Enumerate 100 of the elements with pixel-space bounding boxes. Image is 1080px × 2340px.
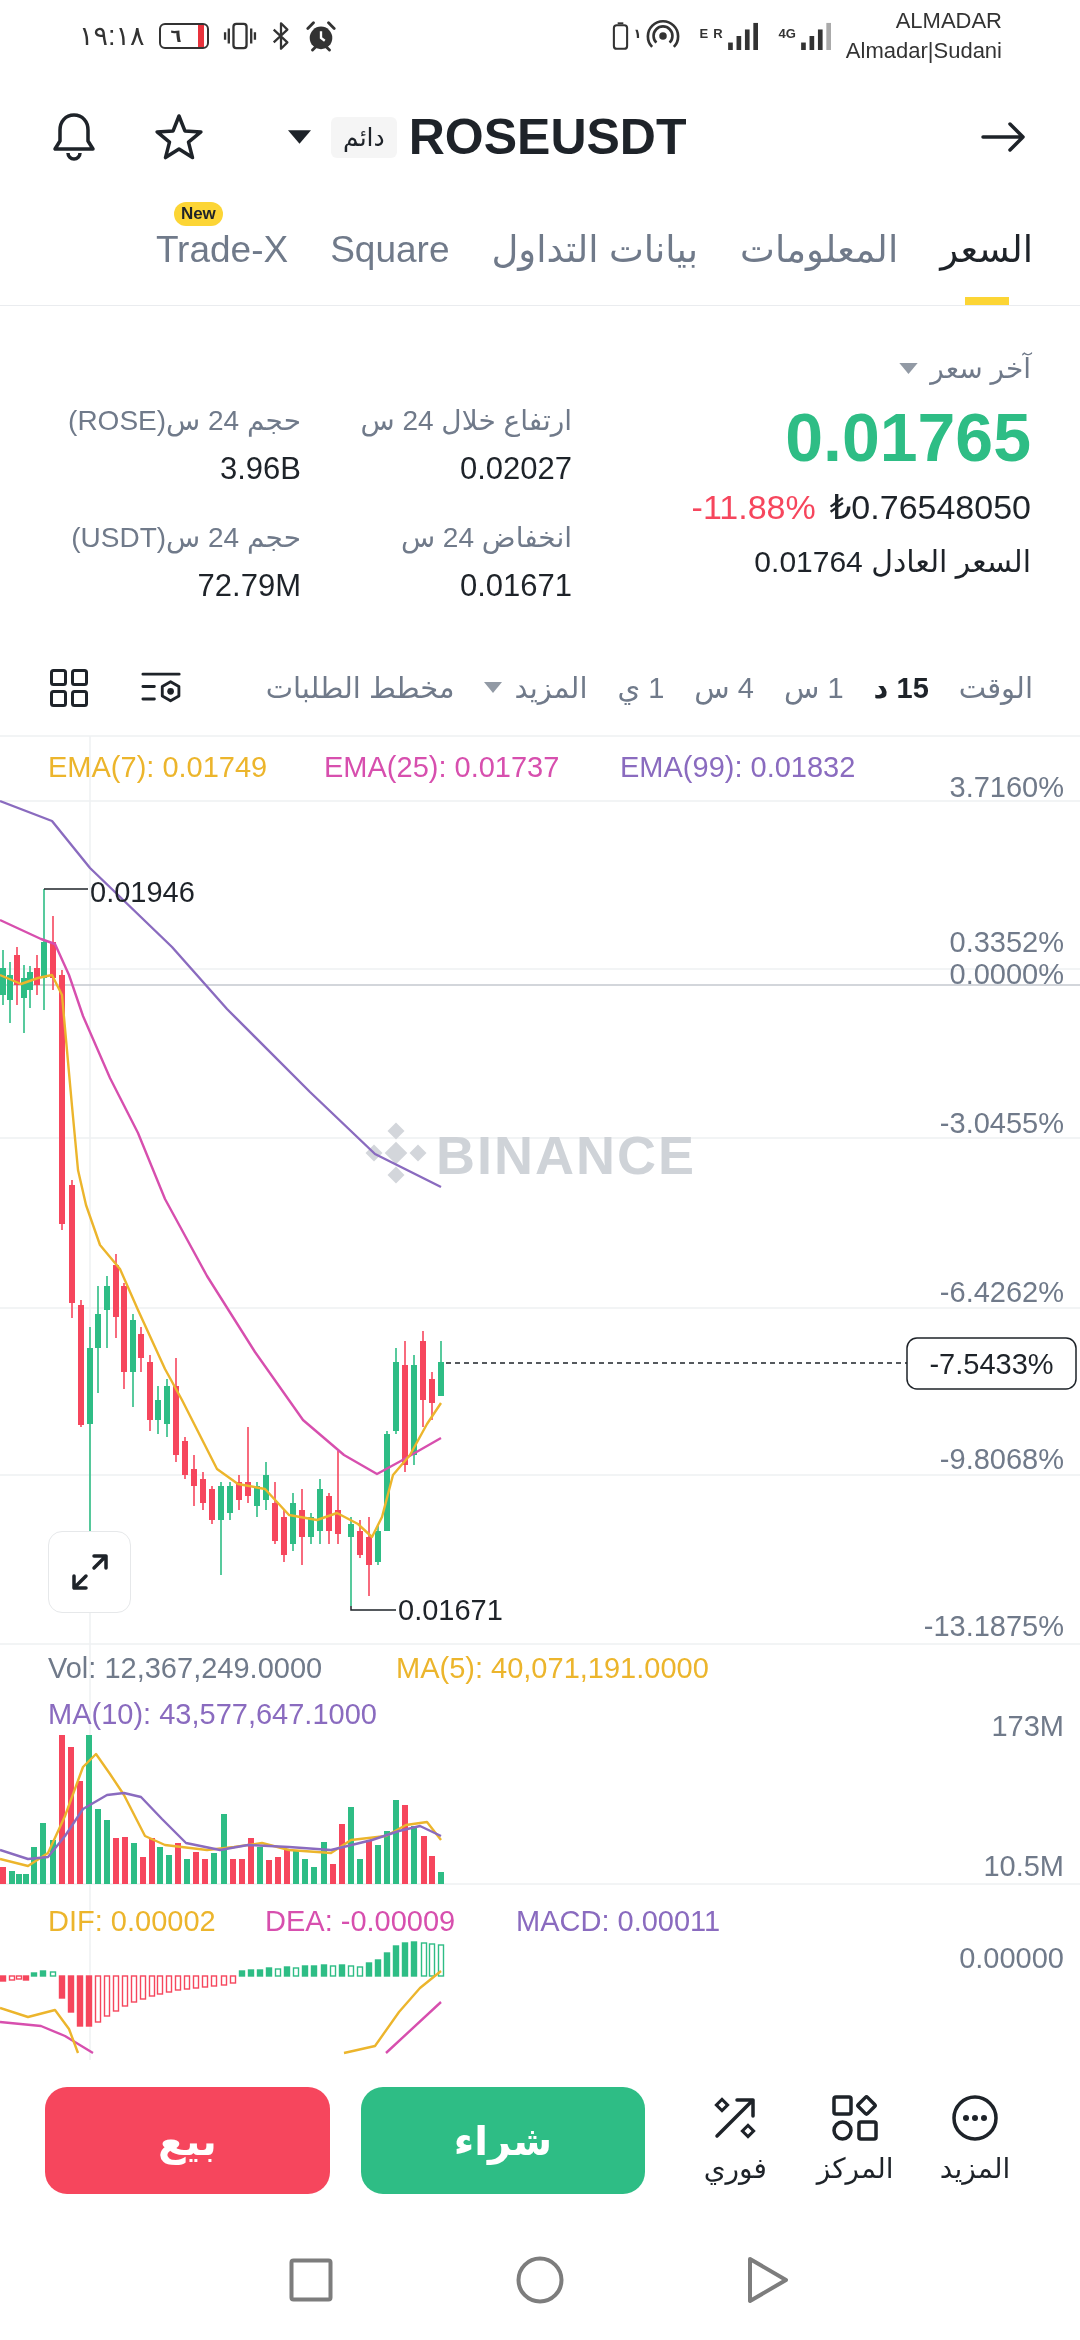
interval-tab[interactable]: 1 س [783, 670, 844, 705]
candlestick [227, 1481, 233, 1521]
interval-tab[interactable]: 4 س [694, 670, 754, 705]
interval-tab[interactable]: 15 د [873, 670, 929, 705]
star-icon[interactable] [153, 113, 205, 161]
volume-bar [239, 1859, 245, 1884]
volume-bar [40, 1823, 46, 1884]
vibrate-icon [222, 22, 257, 50]
more-dots-icon [951, 2094, 1000, 2142]
buy-button[interactable]: شراء [360, 2087, 646, 2194]
depth-chart-tab[interactable]: مخطط الطلبات [265, 670, 455, 705]
indicator-legend: MA(10): 43,577,647.1000 [48, 1698, 377, 1730]
volume-bar [166, 1855, 172, 1884]
volume-bar [202, 1859, 208, 1884]
candlestick [357, 1519, 363, 1559]
tab[interactable]: السعر [940, 202, 1033, 305]
contract-badge: دائم [331, 116, 397, 158]
nav-square-icon[interactable] [289, 2258, 333, 2302]
volume-bar [429, 1856, 435, 1884]
caret-down-icon [484, 682, 503, 693]
expand-button[interactable] [48, 1531, 131, 1613]
indicator-legend: DEA: -0.00009 [265, 1905, 456, 1937]
volume-bar [193, 1852, 199, 1884]
volume-bar [149, 1838, 155, 1884]
grid-icon[interactable] [50, 668, 88, 707]
candlestick [308, 1512, 314, 1545]
price-type-label[interactable]: آخر سعر [930, 351, 1031, 385]
last-price: 0.01765 [785, 398, 1031, 477]
volume-bar [50, 1840, 56, 1884]
indicator-legend: EMA(25): 0.01737 [324, 751, 560, 783]
action-button[interactable]: المزيد [925, 2087, 1025, 2186]
stat-label: حجم 24 س(USDT) [71, 521, 301, 556]
volume-bar [375, 1845, 381, 1884]
network-type-label: E [699, 26, 709, 41]
action-button[interactable]: فوري [685, 2087, 786, 2186]
volume-bar [293, 1850, 299, 1884]
candlestick [155, 1385, 161, 1435]
volume-bar [384, 1831, 390, 1884]
candlestick [209, 1485, 215, 1525]
axis-label: -3.0455% [939, 1107, 1064, 1139]
alarm-clock-icon [304, 20, 337, 52]
candlestick [236, 1474, 242, 1511]
stat-value: 0.01671 [459, 567, 572, 605]
volume-bar [339, 1824, 345, 1884]
more-dropdown[interactable]: المزيد [484, 670, 588, 705]
local-currency-price: ₺0.76548050 [829, 487, 1031, 528]
axis-label: 3.7160% [949, 771, 1064, 803]
caret-down-icon[interactable] [288, 130, 311, 144]
candlestick [438, 1340, 444, 1397]
volume-bar [131, 1843, 137, 1884]
indicator-legend: MA(5): 40,071,191.0000 [396, 1652, 709, 1684]
volume-bar [248, 1838, 254, 1884]
fair-price: السعر العادل 0.01764 [754, 544, 1031, 581]
settings-list-icon[interactable] [141, 671, 183, 704]
sell-button[interactable]: بيع [45, 2087, 330, 2194]
stat-value: 0.02027 [459, 450, 572, 488]
tab[interactable]: Square [330, 202, 450, 305]
volume-bar [321, 1842, 327, 1884]
axis-label: 0.0000% [949, 958, 1064, 990]
new-badge: New [173, 202, 223, 226]
stat-label: حجم 24 س(ROSE) [68, 404, 301, 439]
volume-bar [0, 1867, 6, 1884]
hotspot-count: ١ [633, 26, 642, 41]
stat-label: انخفاض 24 س [400, 521, 572, 556]
nav-triangle-icon[interactable] [747, 2256, 789, 2304]
leader-line [43, 888, 89, 890]
indicator-legend: Vol: 12,367,249.0000 [48, 1652, 323, 1684]
volume-bar [211, 1853, 217, 1884]
axis-label: -9.8068% [939, 1443, 1064, 1475]
candlestick [164, 1378, 170, 1438]
roaming-label: R [713, 26, 723, 41]
candlestick [254, 1481, 260, 1518]
volume-bar [421, 1836, 427, 1884]
candlestick [272, 1481, 278, 1545]
volume-bar [184, 1859, 190, 1884]
volume-bar [122, 1837, 128, 1884]
bell-icon[interactable] [50, 110, 98, 164]
interval-tab[interactable]: 1 ي [617, 670, 665, 705]
axis-label: 173M [991, 1710, 1064, 1742]
indicator-legend: EMA(99): 0.01832 [620, 751, 856, 783]
volume-bar [311, 1867, 317, 1884]
tab[interactable]: المعلومات [740, 202, 899, 305]
indicator-legend: EMA(7): 0.01749 [48, 751, 268, 783]
volume-bar [284, 1850, 290, 1884]
arrow-right-icon[interactable] [981, 121, 1027, 153]
tab[interactable]: بيانات التداول [491, 202, 699, 305]
volume-bar [275, 1857, 281, 1884]
candlestick [290, 1492, 296, 1552]
diamond-logo-icon [365, 1122, 427, 1184]
battery-outline-icon [611, 21, 629, 51]
axis-label: 0.3352% [949, 926, 1064, 958]
axis-label: -13.1875% [923, 1610, 1064, 1642]
action-button[interactable]: المركز [805, 2087, 906, 2186]
volume-bar [104, 1820, 110, 1884]
carrier-name: ALMADAR [895, 7, 1002, 35]
candlestick [326, 1492, 332, 1545]
candlestick [191, 1454, 197, 1507]
nav-circle-icon[interactable] [516, 2256, 564, 2304]
bluetooth-icon [270, 21, 291, 51]
symbol-title[interactable]: ROSEUSDT [408, 108, 687, 166]
